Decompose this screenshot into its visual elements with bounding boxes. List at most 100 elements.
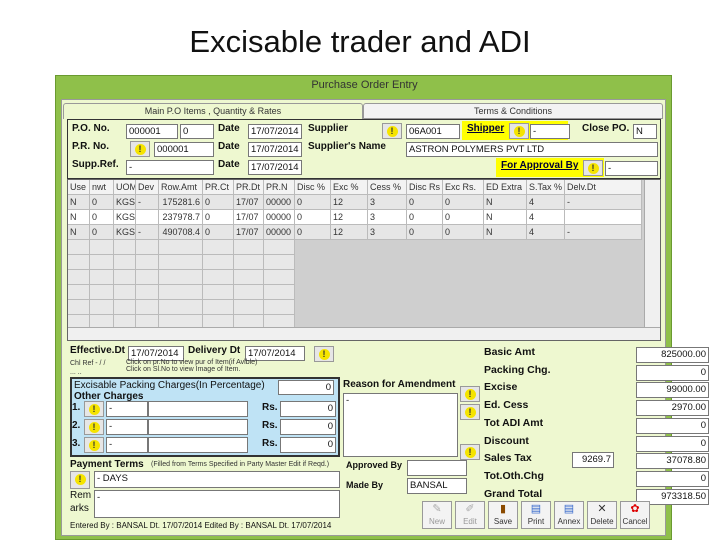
column-header-pr-ct[interactable]: PR.Ct (203, 180, 234, 195)
grid-cell[interactable] (565, 210, 642, 225)
grid-cell[interactable]: 4 (527, 195, 565, 210)
column-header-cess-[interactable]: Cess % (368, 180, 407, 195)
other-charge-code[interactable]: - (106, 437, 148, 453)
grid-cell[interactable]: 4 (527, 225, 565, 240)
pr-lookup-button[interactable]: ! (130, 141, 150, 157)
delivery-lookup-button[interactable]: ! (314, 346, 334, 362)
payment-lookup-button[interactable]: ! (70, 471, 90, 489)
po-date-input[interactable]: 17/07/2014 (248, 124, 302, 139)
shipper-input[interactable]: - (530, 124, 570, 139)
reason-textarea[interactable]: - (343, 393, 458, 457)
grid-cell[interactable]: 12 (331, 225, 368, 240)
column-header-ed-extra[interactable]: ED Extra (484, 180, 527, 195)
grid-cell[interactable]: 0 (443, 210, 484, 225)
po-no-input[interactable]: 000001 (126, 124, 178, 139)
reason-button-3[interactable]: ! (460, 444, 480, 460)
print-button[interactable]: ▤ Print (521, 501, 551, 529)
edit-button[interactable]: ✐ Edit (455, 501, 485, 529)
column-header-exc-rs-[interactable]: Exc Rs. (443, 180, 484, 195)
column-header-uom[interactable]: UOM (114, 180, 136, 195)
grid-cell[interactable]: 0 (203, 195, 234, 210)
other-charge-code[interactable]: - (106, 419, 148, 435)
grid-cell[interactable]: 3 (368, 225, 407, 240)
grid-cell[interactable]: - (565, 195, 642, 210)
save-button[interactable]: ▮ Save (488, 501, 518, 529)
total-value[interactable]: 99000.00 (636, 382, 709, 399)
grid-cell[interactable]: N (484, 210, 527, 225)
grid-cell[interactable]: 00000 (264, 210, 295, 225)
column-header-pr-dt[interactable]: PR.Dt (234, 180, 264, 195)
column-header-dev[interactable]: Dev (136, 180, 159, 195)
items-grid[interactable]: Use nwt UOM Dev Row.Amt PR.Ct PR.Dt PR.N Disc % E… (67, 179, 661, 341)
grid-cell[interactable]: 0 (295, 195, 331, 210)
other-charge-code[interactable]: - (106, 401, 148, 417)
grid-cell[interactable]: 17/07 (234, 225, 264, 240)
grid-cell[interactable]: KGS (114, 210, 136, 225)
grid-cell[interactable]: N (68, 195, 90, 210)
grid-cell[interactable] (136, 210, 159, 225)
grid-cell[interactable]: 4 (527, 210, 565, 225)
other-charge-amount[interactable]: 0 (280, 401, 336, 417)
approved-by-input[interactable] (407, 460, 467, 476)
grid-cell[interactable]: - (136, 225, 159, 240)
grid-cell[interactable]: 0 (407, 210, 443, 225)
grid-cell[interactable]: 3 (368, 210, 407, 225)
remarks-textarea[interactable]: - (94, 490, 340, 518)
grid-cell[interactable]: 0 (203, 225, 234, 240)
other-charge-lookup-button[interactable]: ! (84, 437, 104, 453)
pr-no-input[interactable]: 000001 (154, 142, 214, 157)
total-value[interactable]: 0 (636, 364, 709, 381)
grid-cell[interactable]: KGS (114, 225, 136, 240)
grid-cell[interactable]: N (484, 225, 527, 240)
reason-button-1[interactable]: ! (460, 386, 480, 402)
supp-ref-input[interactable]: - (126, 160, 214, 175)
made-by-input[interactable]: BANSAL (407, 478, 467, 494)
payment-terms-input[interactable]: - DAYS (94, 471, 340, 488)
grid-cell[interactable]: N (484, 195, 527, 210)
grid-cell[interactable]: 0 (295, 210, 331, 225)
column-header-row-amt[interactable]: Row.Amt (159, 180, 203, 195)
column-header-use[interactable]: Use (68, 180, 90, 195)
pr-date-input[interactable]: 17/07/2014 (248, 142, 302, 157)
grid-cell[interactable]: KGS (114, 195, 136, 210)
approval-link[interactable]: For Approval By (498, 160, 582, 171)
approval-lookup-button[interactable]: ! (583, 160, 603, 176)
grid-cell[interactable]: 0 (407, 225, 443, 240)
close-po-input[interactable]: N (633, 124, 657, 139)
packing-input[interactable]: 0 (278, 380, 334, 395)
shipper-lookup-button[interactable]: ! (509, 123, 529, 139)
grid-cell[interactable]: 490708.4 (159, 225, 203, 240)
column-header-disc-rs[interactable]: Disc Rs (407, 180, 443, 195)
horizontal-scrollbar[interactable] (68, 327, 660, 340)
column-header-disc-[interactable]: Disc % (295, 180, 331, 195)
po-sub-input[interactable]: 0 (180, 124, 214, 139)
column-header-s-tax-[interactable]: S.Tax % (527, 180, 565, 195)
reason-button-2[interactable]: ! (460, 404, 480, 420)
tab-terms-conditions[interactable]: Terms & Conditions (363, 103, 663, 119)
grid-cell[interactable]: 17/07 (234, 195, 264, 210)
new-button[interactable]: ✎ New (422, 501, 452, 529)
other-charge-amount[interactable]: 0 (280, 437, 336, 453)
column-header-exc-[interactable]: Exc % (331, 180, 368, 195)
total-value[interactable]: 0 (636, 435, 709, 452)
column-header-delv-dt[interactable]: Delv.Dt (565, 180, 642, 195)
sales-tax-rate-input[interactable]: 9269.7 (572, 452, 614, 469)
supplier-code-input[interactable]: 06A001 (406, 124, 460, 139)
grid-cell[interactable]: - (565, 225, 642, 240)
approval-input[interactable]: - (605, 161, 658, 176)
grid-cell[interactable]: 12 (331, 195, 368, 210)
other-charge-desc[interactable] (148, 401, 248, 417)
grid-cell[interactable]: 0 (90, 210, 114, 225)
grid-cell[interactable]: 0 (203, 210, 234, 225)
delete-button[interactable]: ✕ Delete (587, 501, 617, 529)
other-charge-lookup-button[interactable]: ! (84, 401, 104, 417)
total-value[interactable]: 825000.00 (636, 347, 709, 363)
column-header-pr-n[interactable]: PR.N (264, 180, 295, 195)
grid-cell[interactable]: 00000 (264, 195, 295, 210)
total-value[interactable]: 0 (636, 417, 709, 434)
grid-cell[interactable]: N (68, 210, 90, 225)
grid-cell[interactable]: 0 (407, 195, 443, 210)
total-value[interactable]: 2970.00 (636, 400, 709, 417)
shipper-link[interactable]: Shipper (464, 123, 508, 134)
supplier-lookup-button[interactable]: ! (382, 123, 402, 139)
